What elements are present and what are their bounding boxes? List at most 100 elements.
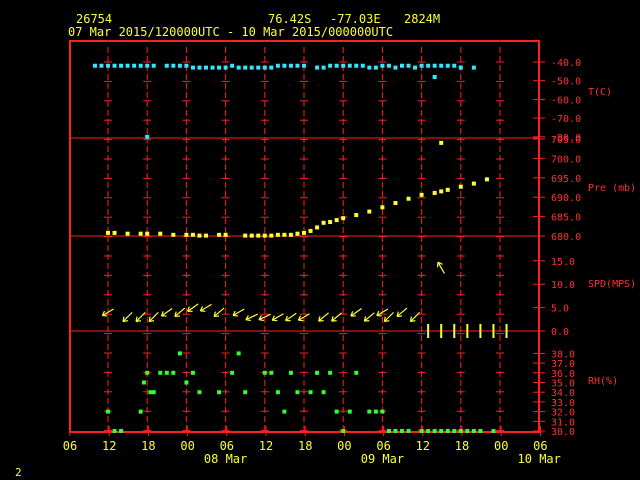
wind-arrow <box>245 313 258 322</box>
pressure-point <box>288 232 293 237</box>
pressure-point <box>302 230 306 235</box>
wind-arrow <box>122 311 133 323</box>
pressure-point <box>328 220 333 225</box>
temp-point <box>315 65 320 70</box>
pressure-point <box>321 220 326 225</box>
rh-point <box>190 370 195 375</box>
rh-point <box>334 409 339 414</box>
x-tick-label: 06 <box>220 439 234 453</box>
x-tick-label: 18 <box>455 439 469 453</box>
temp-point <box>132 63 137 68</box>
temp-point <box>99 63 104 68</box>
rh-point <box>275 390 280 395</box>
temp-point <box>171 63 176 68</box>
temp-point <box>119 63 124 68</box>
pressure-point <box>471 181 476 186</box>
pressure-point <box>439 189 444 194</box>
temp-point <box>256 65 261 70</box>
rh-point <box>217 390 222 395</box>
rh-point <box>288 370 293 375</box>
x-tick-label: 18 <box>298 439 312 453</box>
rh-point <box>184 380 189 385</box>
temp-point <box>197 65 202 70</box>
y-tick-label: 10.0 <box>551 280 575 291</box>
rh-point <box>145 370 150 375</box>
temp-point <box>445 63 450 68</box>
pressure-point <box>184 232 189 237</box>
pressure-point <box>269 233 274 238</box>
x-tick-label: 06 <box>63 439 77 453</box>
temp-point <box>243 65 248 70</box>
temp-point <box>347 63 352 68</box>
x-tick-label: 00 <box>494 439 508 453</box>
rh-point <box>380 409 385 414</box>
temp-point <box>452 63 457 68</box>
y-tick-label: 680.0 <box>551 232 581 243</box>
rh-point <box>269 370 274 375</box>
pressure-point <box>106 230 110 235</box>
rh-point <box>308 390 313 395</box>
rh-point <box>432 429 437 433</box>
rh-point <box>315 370 320 375</box>
rh-point <box>373 409 378 414</box>
x-tick-label: 00 <box>337 439 351 453</box>
rh-point <box>367 409 372 414</box>
wind-axis-label: SPD(MPS) <box>588 279 636 290</box>
temp-point <box>145 134 150 139</box>
meteogram-chart: -40.0-50.0-60.0-70.0-80.0705.0700.0695.0… <box>63 40 636 466</box>
pressure-point <box>308 228 313 233</box>
temp-point <box>151 63 156 68</box>
rh-point <box>243 390 248 395</box>
pressure-point <box>458 184 463 189</box>
temp-point <box>295 63 300 68</box>
rh-point <box>465 429 470 433</box>
y-tick-label: 0.0 <box>551 327 569 338</box>
pressure-point <box>158 231 163 236</box>
temp-axis-label: T(C) <box>588 87 612 98</box>
temp-point <box>426 63 431 68</box>
y-tick-label: -50.0 <box>551 77 581 88</box>
temp-point <box>471 65 476 70</box>
rh-point <box>491 429 496 433</box>
y-tick-label: 695.0 <box>551 174 581 185</box>
rh-point <box>386 429 391 433</box>
pressure-point <box>262 233 267 238</box>
x-tick-label: 18 <box>141 439 155 453</box>
pressure-point <box>341 216 346 221</box>
pressure-point <box>249 233 254 238</box>
wind-arrow <box>331 312 343 322</box>
wind-arrow <box>271 313 284 322</box>
temp-point <box>393 65 398 70</box>
y-tick-label: 690.0 <box>551 193 581 204</box>
rh-point <box>197 390 202 395</box>
temp-point <box>164 63 169 68</box>
x-tick-label: 12 <box>259 439 273 453</box>
pressure-point <box>406 196 411 201</box>
rh-point <box>419 429 424 433</box>
temp-point <box>380 63 385 68</box>
temp-point <box>230 63 235 68</box>
wind-arrow <box>187 303 199 312</box>
temp-point <box>184 63 189 68</box>
pressure-point <box>419 192 424 197</box>
pressure-point <box>439 140 444 145</box>
temp-point <box>177 63 182 68</box>
y-tick-label: 15.0 <box>551 257 575 268</box>
y-tick-label: 30.0 <box>551 427 575 438</box>
temp-point <box>386 63 391 68</box>
rh-point <box>177 351 182 356</box>
rh-point <box>171 370 176 375</box>
wind-arrow <box>160 308 173 317</box>
day-label: 08 Mar <box>204 452 247 466</box>
rh-point <box>262 370 267 375</box>
rh-point <box>341 429 346 433</box>
temp-point <box>249 65 254 70</box>
day-label: 09 Mar <box>361 452 404 466</box>
rh-point <box>295 390 300 395</box>
pressure-point <box>380 205 385 210</box>
rh-point <box>106 409 110 414</box>
pressure-point <box>145 231 150 236</box>
rh-point <box>426 429 431 433</box>
temp-point <box>432 74 437 79</box>
x-tick-label: 12 <box>102 439 116 453</box>
